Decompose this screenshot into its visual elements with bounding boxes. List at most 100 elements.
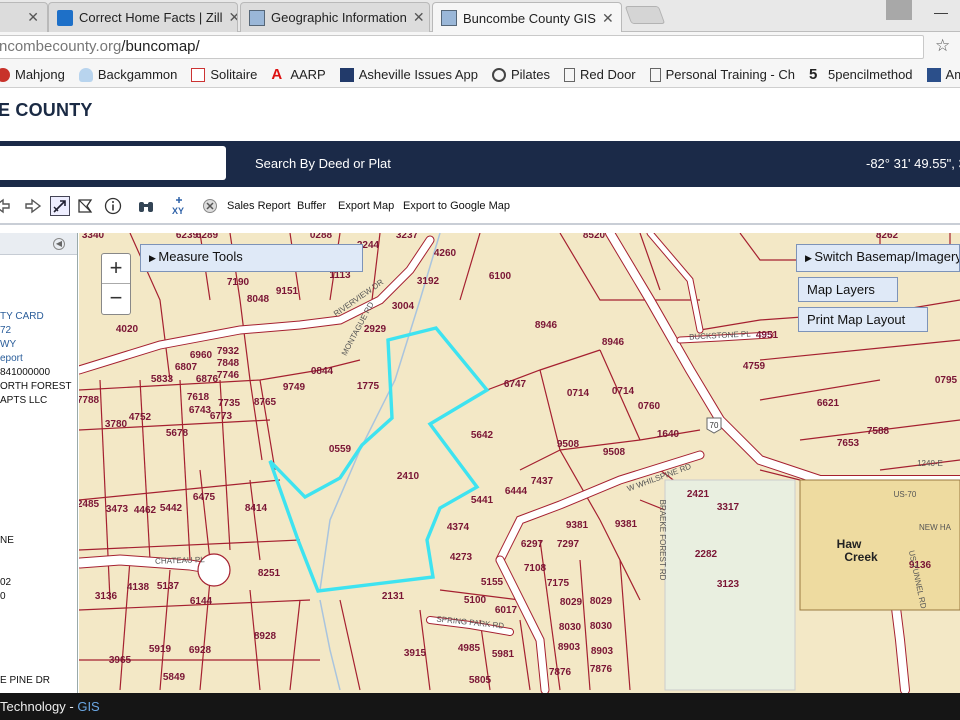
close-icon[interactable]: ✕ xyxy=(407,9,425,26)
tab-label: Correct Home Facts | Zill xyxy=(79,10,223,25)
parcel-number: 6807 xyxy=(175,362,198,373)
bookmark-solitaire[interactable]: Solitaire xyxy=(191,67,257,82)
measure-tools-label: Measure Tools xyxy=(158,249,243,264)
report-link[interactable]: eport xyxy=(0,353,23,364)
new-tab-button[interactable] xyxy=(624,6,666,24)
bookmark-amazon[interactable]: Amazon M xyxy=(926,67,960,82)
xy-coordinate-icon[interactable]: XY xyxy=(169,196,189,216)
bookmark-asheville-issues[interactable]: Asheville Issues App xyxy=(339,67,478,82)
export-map-button[interactable]: Export Map xyxy=(338,200,394,212)
map-icon xyxy=(441,10,457,26)
parcel-boundary xyxy=(249,479,261,561)
url-path: /buncomap/ xyxy=(121,38,200,55)
parcel-number: 0714 xyxy=(567,388,590,399)
collapse-icon[interactable]: ◀ xyxy=(53,238,65,250)
close-icon[interactable]: ✕ xyxy=(596,10,614,27)
parcel-number: 4462 xyxy=(134,505,157,516)
gis-link[interactable]: GIS xyxy=(77,699,99,714)
parcel-number: 1775 xyxy=(357,381,380,392)
street-label: US-70 xyxy=(894,490,917,499)
parcel-number: 3317 xyxy=(717,502,740,513)
clear-select-icon[interactable] xyxy=(75,196,95,216)
bookmark-label: Personal Training - Ch xyxy=(665,67,795,82)
search-by-deed-link[interactable]: Search By Deed or Plat xyxy=(255,156,391,171)
panel-text[interactable]: 72 xyxy=(0,325,11,336)
map-canvas[interactable]: 3340 6239 6289 0288 2244 3237 4260 8520 8262 7190… xyxy=(79,233,960,693)
search-input[interactable] xyxy=(0,146,226,180)
parcel-number: 6289 xyxy=(196,233,219,241)
parcel-number: 2421 xyxy=(687,489,710,500)
owner-name: APTS LLC xyxy=(0,395,48,406)
bookmark-red-door[interactable]: Red Door xyxy=(564,67,636,82)
parcel-number: 7788 xyxy=(79,395,100,406)
sales-report-button[interactable]: Sales Report xyxy=(227,200,291,212)
tab-hidden[interactable]: ✕ xyxy=(0,2,48,32)
footer-text: Technology - xyxy=(0,699,78,714)
cloud-icon xyxy=(78,67,93,82)
measure-tools-button[interactable]: ▶ Measure Tools xyxy=(140,244,363,272)
zoom-in-button[interactable]: + xyxy=(102,254,130,284)
export-google-map-button[interactable]: Export to Google Map xyxy=(403,200,510,212)
mahjong-icon xyxy=(0,67,10,82)
minimize-icon[interactable]: — xyxy=(934,4,948,20)
bookmark-aarp[interactable]: A AARP xyxy=(271,67,325,83)
parcel-boundary xyxy=(199,469,211,561)
bookmark-backgammon[interactable]: Backgammon xyxy=(78,67,177,82)
parcel-number: 8048 xyxy=(247,294,270,305)
parcel-number: 7437 xyxy=(531,476,554,487)
parcel-number: 6876 xyxy=(196,374,219,385)
parcel-number: 7932 xyxy=(217,346,240,357)
print-map-layout-button[interactable]: Print Map Layout xyxy=(798,307,928,332)
parcel-number: 4752 xyxy=(129,412,152,423)
parcel-number: 7848 xyxy=(217,358,240,369)
info-icon[interactable] xyxy=(103,196,123,216)
panel-header: ◀ xyxy=(0,233,77,255)
parcel-number: 9381 xyxy=(615,519,638,530)
url-input[interactable]: ncombecounty.org/buncomap/ xyxy=(0,35,924,59)
binoculars-icon[interactable] xyxy=(136,196,156,216)
zoom-out-button[interactable]: − xyxy=(102,284,130,314)
bookmark-label: Solitaire xyxy=(210,67,258,82)
switch-basemap-button[interactable]: ▶ Switch Basemap/Imagery xyxy=(796,244,960,272)
parcel-number: 3780 xyxy=(105,419,128,430)
parcel-number: 8030 xyxy=(590,621,613,632)
switch-basemap-label: Switch Basemap/Imagery xyxy=(814,249,960,264)
pan-back-icon[interactable] xyxy=(0,196,12,216)
parcel-map[interactable]: 3340 62396289 02882244323742608520 82627190… xyxy=(79,233,960,693)
buffer-button[interactable]: Buffer xyxy=(297,200,326,212)
parcel-number: 8928 xyxy=(254,631,277,642)
owner-name: ORTH FOREST xyxy=(0,381,72,392)
parcel-number: 8030 xyxy=(559,622,582,633)
bookmark-mahjong[interactable]: Mahjong xyxy=(0,67,65,82)
tab-buncombe-county-gis[interactable]: Buncombe County GIS ✕ xyxy=(432,2,622,33)
close-icon[interactable]: ✕ xyxy=(223,9,237,26)
close-icon[interactable]: ✕ xyxy=(21,9,39,26)
parcel-boundary xyxy=(519,619,531,691)
map-layers-button[interactable]: Map Layers xyxy=(798,277,898,302)
panel-text[interactable]: WY xyxy=(0,339,16,350)
bookmark-star-icon[interactable]: ☆ xyxy=(935,36,950,56)
expand-triangle-icon: ▶ xyxy=(805,253,815,263)
parcel-number: 5833 xyxy=(151,374,174,385)
tab-geographic-information[interactable]: Geographic Information ✕ xyxy=(240,2,430,32)
site-title: E COUNTY xyxy=(0,100,93,120)
bookmark-pilates[interactable]: Pilates xyxy=(491,67,550,82)
tab-correct-home-facts[interactable]: Correct Home Facts | Zill ✕ xyxy=(48,2,238,32)
parcel-number: 2929 xyxy=(364,324,387,335)
bookmark-personal-training[interactable]: Personal Training - Ch xyxy=(649,67,795,82)
parcel-number: 6444 xyxy=(505,486,528,497)
parcel-number: 6621 xyxy=(817,398,840,409)
five-icon: 5 xyxy=(808,65,818,83)
property-card-link[interactable]: TY CARD xyxy=(0,311,44,322)
pan-forward-icon[interactable] xyxy=(23,196,43,216)
app-icon xyxy=(339,67,354,82)
parcel-number: 3473 xyxy=(106,504,129,515)
parcel-number: 6017 xyxy=(495,605,518,616)
route-shield: 70 xyxy=(706,417,722,434)
bookmark-5pencilmethod[interactable]: 5 5pencilmethod xyxy=(808,65,913,83)
clear-graphics-icon[interactable] xyxy=(200,196,220,216)
pin-number: 841000000 xyxy=(0,367,51,378)
parcel-number: 0844 xyxy=(311,366,334,377)
identify-select-icon[interactable] xyxy=(50,196,70,216)
profile-icon[interactable] xyxy=(886,0,912,20)
